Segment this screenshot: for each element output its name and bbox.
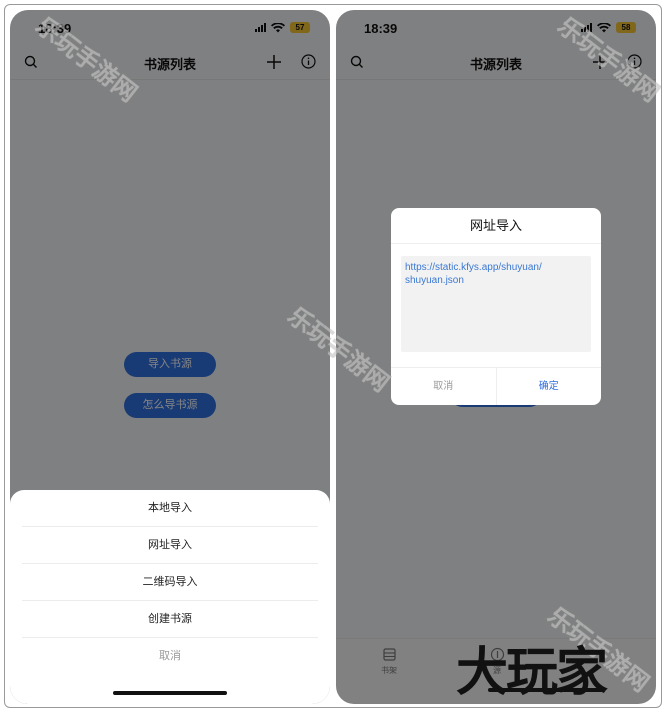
url-input[interactable]: https://static.kfys.app/shuyuan/ shuyuan… xyxy=(401,256,591,352)
import-action-sheet: 本地导入 网址导入 二维码导入 创建书源 取消 xyxy=(10,490,330,704)
sheet-item-url-import[interactable]: 网址导入 xyxy=(22,527,318,564)
dialog-title: 网址导入 xyxy=(391,208,601,244)
brand-logo: 大玩家 xyxy=(456,643,608,703)
phone-screen-action-sheet: 18:39 57 书源列表 导入书源 怎么导书源 本地导入 网址导入 二维码导入… xyxy=(10,10,330,704)
dialog-cancel-button[interactable]: 取消 xyxy=(391,368,497,405)
dialog-confirm-button[interactable]: 确定 xyxy=(497,368,602,405)
url-import-dialog: 网址导入 https://static.kfys.app/shuyuan/ sh… xyxy=(391,208,601,405)
sheet-item-local-import[interactable]: 本地导入 xyxy=(22,490,318,527)
sheet-item-qrcode-import[interactable]: 二维码导入 xyxy=(22,564,318,601)
phone-screen-url-dialog: 18:39 58 书源列表 怎么导书源 书架 源 网址导入 https://st… xyxy=(336,10,656,704)
dialog-actions: 取消 确定 xyxy=(391,367,601,405)
sheet-cancel-button[interactable]: 取消 xyxy=(22,638,318,675)
home-indicator xyxy=(113,691,227,695)
sheet-item-create-source[interactable]: 创建书源 xyxy=(22,601,318,638)
